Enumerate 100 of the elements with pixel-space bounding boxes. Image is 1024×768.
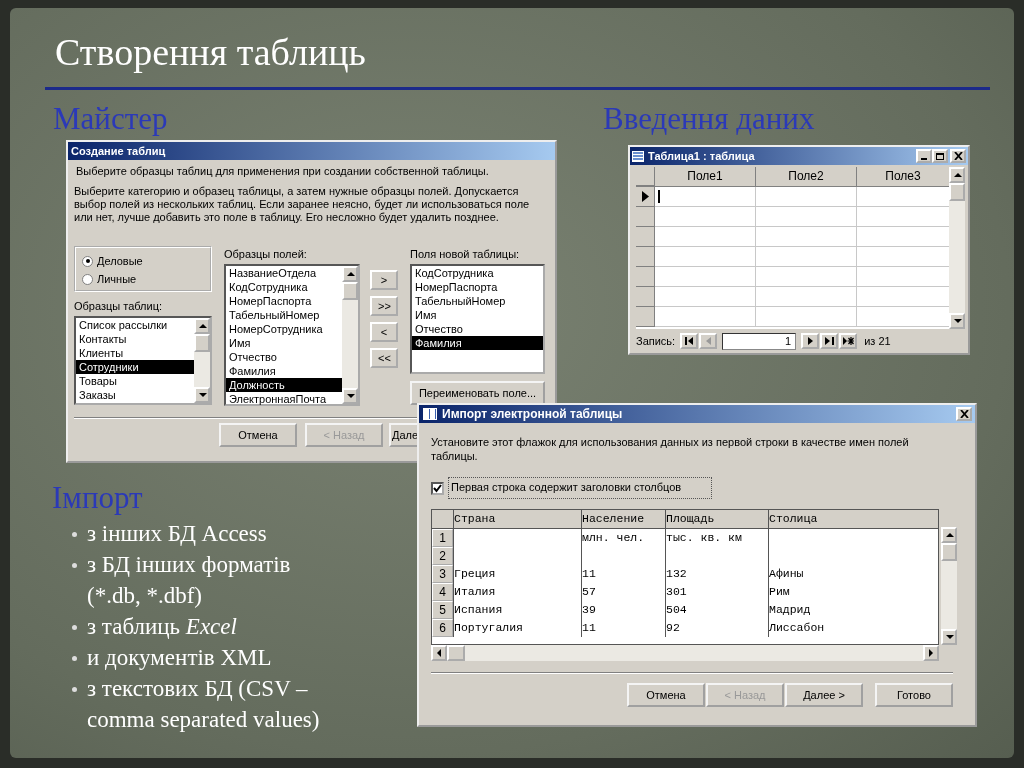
bullet-icon	[72, 563, 77, 568]
bullet-icon	[72, 656, 77, 661]
intro-text: Выберите образцы таблиц для применения при создании собственной таблицы.	[75, 165, 490, 177]
section-heading: Введення даних	[603, 101, 815, 137]
move-button[interactable]: <<	[370, 348, 398, 368]
list-item[interactable]: Список рассылки	[76, 318, 194, 332]
move-button[interactable]: >	[370, 270, 398, 290]
radio-label[interactable]: Личные	[97, 273, 137, 285]
close-icon[interactable]	[950, 149, 966, 163]
table-cell: Испания	[453, 601, 581, 619]
list-item[interactable]: Заказы	[76, 388, 194, 402]
table-cell: Рим	[768, 583, 938, 601]
radio-label[interactable]: Деловые	[97, 255, 143, 267]
checkbox-label[interactable]: Первая строка содержит заголовки столбцов	[448, 477, 713, 499]
scroll-up-icon[interactable]	[342, 266, 358, 282]
scroll-thumb[interactable]	[447, 645, 465, 661]
first-record-icon[interactable]	[680, 333, 699, 349]
slide-title: Створення таблиць	[55, 30, 366, 74]
description-text: Выберите категорию и образец таблицы, а затем нужные образцы полей. Допускается выбор полей из нескольких таблиц. Если заранее неясно, будет ли использоваться поле или нет, лучше добавить это поле в таблицу. Его несложно будет удалить позднее.	[74, 185, 531, 224]
scroll-down-icon[interactable]	[941, 629, 957, 645]
new-record-icon[interactable]	[839, 333, 858, 349]
bullet-text: и документів XML	[87, 644, 273, 672]
list-label: Образцы полей:	[224, 247, 308, 262]
scrollbar[interactable]	[342, 266, 358, 404]
list-item[interactable]: НазваниеОтдела	[226, 266, 342, 280]
last-record-icon[interactable]	[820, 333, 839, 349]
bullet-text: з інших БД Access	[87, 520, 268, 548]
list-item[interactable]: Имя	[412, 308, 543, 322]
column-header[interactable]: Население	[581, 510, 665, 528]
next-record-icon[interactable]	[801, 333, 820, 349]
scroll-up-icon[interactable]	[941, 527, 957, 543]
scroll-thumb[interactable]	[342, 282, 358, 300]
scrollbar[interactable]	[949, 167, 965, 329]
column-header[interactable]: Поле2	[756, 167, 857, 186]
scrollbar[interactable]	[941, 527, 957, 645]
table-cell: 92	[665, 619, 768, 637]
bullet-icon	[72, 625, 77, 630]
scroll-thumb[interactable]	[949, 183, 965, 201]
list-item[interactable]: НомерСотрудника	[226, 322, 342, 336]
move-button[interactable]: >>	[370, 296, 398, 316]
move-button[interactable]: <	[370, 322, 398, 342]
list-item[interactable]: КодСотрудника	[412, 266, 543, 280]
column-header[interactable]: Столица	[768, 510, 938, 528]
window-title: Создание таблиц	[68, 142, 555, 160]
list-item[interactable]: Контакты	[76, 332, 194, 346]
list-item[interactable]: Имя	[226, 336, 342, 350]
list-item[interactable]: Должность	[226, 378, 342, 392]
rename-button[interactable]: Переименовать поле...	[410, 381, 545, 405]
list-label: Поля новой таблицы:	[410, 247, 521, 262]
list-item[interactable]: Клиенты	[76, 346, 194, 360]
section-heading: Імпорт	[52, 480, 144, 516]
list-item[interactable]: Сотрудники	[76, 360, 194, 374]
scroll-up-icon[interactable]	[194, 318, 210, 334]
table-cell: 11	[581, 619, 665, 637]
table-cell: Португалия	[453, 619, 581, 637]
list-item[interactable]: НомерПаспорта	[226, 294, 342, 308]
radio-button[interactable]	[82, 273, 93, 285]
scrollbar[interactable]	[194, 318, 210, 403]
scroll-up-icon[interactable]	[949, 167, 965, 183]
column-header[interactable]: Поле1	[655, 167, 756, 186]
dialog-button[interactable]: Отмена	[219, 423, 297, 447]
table-icon	[632, 150, 644, 162]
list-item[interactable]: ЭлектроннаяПочта	[226, 392, 342, 406]
minimize-icon[interactable]	[916, 149, 932, 163]
row-selector[interactable]	[636, 187, 655, 207]
list-item[interactable]: ТабельныйНомер	[412, 294, 543, 308]
maximize-icon[interactable]	[932, 149, 948, 163]
list-item[interactable]: КодСотрудника	[226, 280, 342, 294]
radio-button[interactable]	[82, 255, 93, 267]
list-item[interactable]: ТабельныйНомер	[226, 308, 342, 322]
scroll-down-icon[interactable]	[342, 388, 358, 404]
table-cell: 39	[581, 601, 665, 619]
list-item[interactable]: Фамилия	[412, 336, 543, 350]
scroll-down-icon[interactable]	[949, 313, 965, 329]
list-item[interactable]: Отчество	[412, 322, 543, 336]
scroll-right-icon[interactable]	[923, 645, 939, 661]
list-item[interactable]: НомерПаспорта	[412, 280, 543, 294]
scroll-thumb[interactable]	[941, 543, 957, 561]
list-item[interactable]: Товары	[76, 374, 194, 388]
list-item[interactable]: Отчество	[226, 350, 342, 364]
instruction-text: Установите этот флажок для использования данных из первой строки в качестве имен полей таблицы.	[431, 435, 910, 463]
row-number: 5	[432, 601, 453, 619]
record-number-field[interactable]: 1	[722, 332, 797, 350]
close-icon[interactable]	[956, 407, 972, 421]
table-cell[interactable]	[655, 187, 756, 206]
bullet-text: з текстових БД (CSV – comma separated values)	[87, 675, 321, 734]
table-cell: Афины	[768, 565, 938, 583]
scroll-thumb[interactable]	[194, 334, 210, 352]
horizontal-scrollbar[interactable]	[431, 645, 939, 661]
list-item[interactable]: Фамилия	[226, 364, 342, 378]
dialog-button[interactable]: Готово	[875, 683, 953, 707]
table-cell: тыс. кв. км	[665, 529, 768, 547]
column-header[interactable]: Страна	[453, 510, 581, 528]
checkbox[interactable]	[431, 481, 444, 495]
column-header[interactable]: Площадь	[665, 510, 768, 528]
dialog-button[interactable]: Далее >	[785, 683, 863, 707]
table-cell: Греция	[453, 565, 581, 583]
dialog-button[interactable]: Отмена	[627, 683, 705, 707]
scroll-down-icon[interactable]	[194, 387, 210, 403]
scroll-left-icon[interactable]	[431, 645, 447, 661]
